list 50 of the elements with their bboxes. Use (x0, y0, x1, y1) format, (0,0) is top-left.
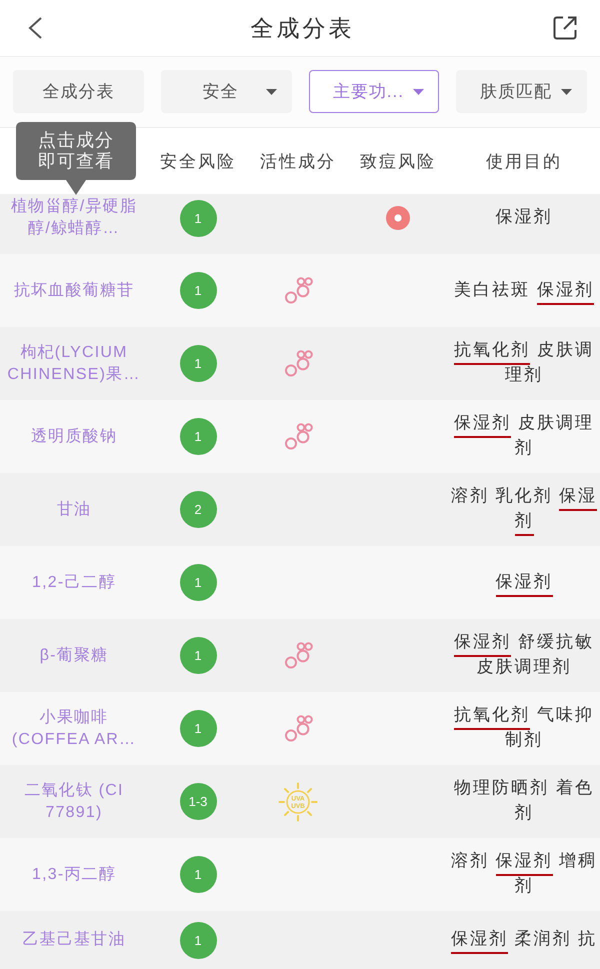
ingredient-name[interactable]: 1,3-丙二醇 (5, 864, 143, 886)
purpose-text: 物理防晒剂 着色剂 (453, 777, 595, 824)
ingredient-name[interactable]: 乙基己基甘油 (5, 929, 143, 951)
share-icon[interactable] (553, 16, 577, 40)
safety-score-badge: 1 (180, 856, 216, 893)
ingredient-name[interactable]: 植物甾醇/异硬脂醇/鲸蜡醇… (5, 196, 143, 240)
safety-score-badge: 1 (180, 710, 216, 747)
safety-score-badge: 1 (180, 922, 216, 958)
molecule-icon (284, 642, 312, 669)
safety-score-badge: 1 (180, 637, 216, 674)
column-header: 致痘风险 (359, 150, 437, 172)
ingredient-name[interactable]: 二氧化钛 (CI 77891) (5, 780, 143, 824)
purpose-text: 保湿剂 (494, 206, 554, 228)
ingredient-name[interactable]: 抗坏血酸葡糖苷 (5, 280, 143, 302)
filter-dropdown[interactable]: 主要功... (308, 70, 440, 113)
purpose-text: 保湿剂 柔润剂 抗 (448, 926, 600, 954)
column-header: 使用目的 (485, 150, 563, 172)
column-header: 活性成分 (259, 150, 337, 172)
filter-dropdown[interactable]: 安全 (160, 70, 292, 113)
purpose-text: 抗氧化剂 皮肤调理剂 (453, 339, 595, 386)
purpose-text: 溶剂 乳化剂 保湿剂 (448, 483, 600, 536)
hint-tooltip: 点击成分即可查看 (16, 122, 136, 195)
purpose-text: 美白祛斑 保湿剂 (448, 276, 600, 304)
safety-score-badge: 1 (180, 345, 216, 382)
ingredient-name[interactable]: β-葡聚糖 (5, 644, 143, 666)
ingredient-name[interactable]: 小果咖啡(COFFEA AR… (5, 706, 143, 750)
ingredient-name[interactable]: 枸杞(LYCIUM CHINENSE)果… (5, 342, 143, 386)
purpose-text: 保湿剂 (448, 568, 600, 596)
safety-score-badge: 1 (180, 564, 216, 601)
ingredient-name[interactable]: 1,2-己二醇 (5, 572, 143, 594)
purpose-text: 保湿剂 皮肤调理剂 (453, 412, 595, 459)
safety-score-badge: 2 (180, 491, 216, 528)
purpose-text: 抗氧化剂 气味抑制剂 (453, 704, 595, 751)
molecule-icon (284, 277, 312, 304)
safety-score-badge: 1 (180, 200, 216, 236)
filter-dropdown[interactable]: 肤质匹配 (456, 70, 587, 113)
molecule-icon (284, 715, 312, 742)
back-icon[interactable] (28, 17, 42, 39)
page-title: 全成分表 (250, 14, 354, 42)
purpose-text: 溶剂 保湿剂 增稠剂 (450, 850, 598, 897)
filter-tab[interactable]: 全成分表 (13, 70, 144, 113)
purpose-text: 保湿剂 舒缓抗敏 皮肤调理剂 (453, 631, 595, 678)
safety-score-badge: 1 (180, 418, 216, 455)
safety-score-badge: 1 (180, 272, 216, 309)
column-header: 安全风险 (159, 150, 237, 172)
molecule-icon (284, 423, 312, 450)
ingredient-name[interactable]: 透明质酸钠 (5, 426, 143, 448)
ingredient-name[interactable]: 甘油 (5, 498, 143, 520)
molecule-icon (284, 350, 312, 377)
safety-score-badge: 1-3 (180, 783, 216, 820)
